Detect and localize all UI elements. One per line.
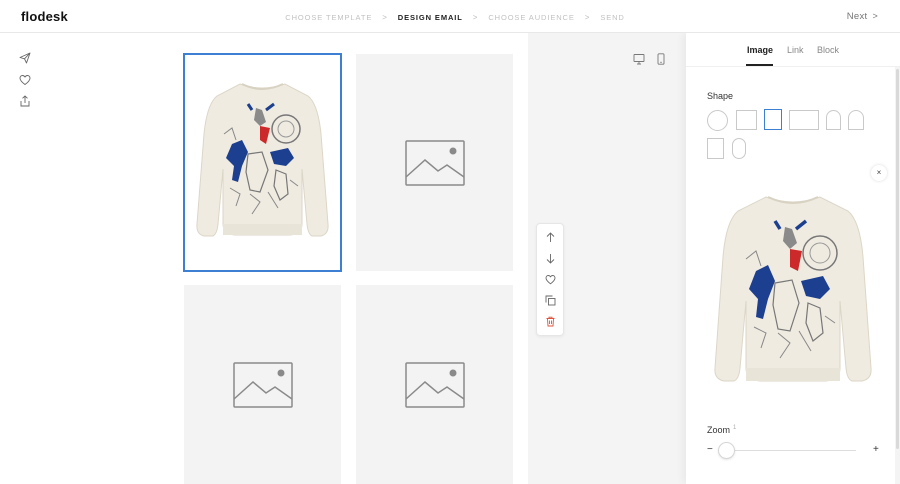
step-design-email[interactable]: DESIGN EMAIL: [398, 13, 463, 22]
shape-arch-wide[interactable]: [848, 110, 864, 130]
next-button[interactable]: Next >: [847, 11, 878, 22]
image-block-sweater[interactable]: [183, 53, 342, 272]
zoom-slider-handle[interactable]: [718, 442, 735, 459]
chevron-right-icon: >: [584, 12, 591, 22]
active-tab-indicator: [746, 64, 773, 66]
tab-image[interactable]: Image: [747, 45, 773, 55]
chevron-right-icon: >: [872, 11, 878, 21]
duplicate-icon[interactable]: [545, 295, 556, 306]
next-label: Next: [846, 11, 868, 22]
shape-rectangle-tall[interactable]: [707, 138, 724, 159]
shape-arch[interactable]: [826, 110, 841, 130]
image-placeholder-icon: [404, 139, 465, 186]
image-block-placeholder[interactable]: [356, 54, 513, 271]
image-placeholder-icon: [232, 361, 293, 408]
shape-circle[interactable]: [707, 110, 728, 131]
share-icon[interactable]: [19, 95, 31, 107]
image-block-placeholder[interactable]: [356, 285, 513, 484]
zoom-out-button[interactable]: −: [707, 444, 713, 455]
step-breadcrumb: CHOOSE TEMPLATE > DESIGN EMAIL > CHOOSE …: [0, 12, 900, 22]
desktop-icon[interactable]: [633, 53, 645, 65]
top-bar: flodesk CHOOSE TEMPLATE > DESIGN EMAIL >…: [0, 0, 900, 33]
shape-section-label: Shape: [707, 91, 734, 101]
close-icon[interactable]: ×: [871, 165, 887, 181]
arrow-down-icon[interactable]: [545, 253, 556, 264]
panel-tabs: Image Link Block: [686, 33, 900, 67]
image-placeholder-icon: [404, 361, 465, 408]
sweater-image: [190, 74, 335, 249]
mobile-icon[interactable]: [655, 53, 667, 65]
shape-landscape[interactable]: [789, 110, 819, 130]
step-choose-template[interactable]: CHOOSE TEMPLATE: [285, 13, 372, 22]
shape-oval-tall[interactable]: [732, 138, 746, 159]
zoom-label: Zoom 1: [707, 425, 736, 435]
image-preview: [708, 183, 878, 403]
chevron-right-icon: >: [472, 12, 479, 22]
shape-square[interactable]: [736, 110, 757, 130]
shape-portrait[interactable]: [764, 109, 782, 130]
zoom-slider-track[interactable]: [724, 450, 856, 451]
heart-icon[interactable]: [19, 74, 31, 86]
email-canvas: [170, 33, 528, 484]
tab-block[interactable]: Block: [817, 45, 839, 55]
send-icon[interactable]: [19, 52, 31, 64]
step-choose-audience[interactable]: CHOOSE AUDIENCE: [488, 13, 574, 22]
heart-icon[interactable]: [545, 274, 556, 285]
zoom-label-text: Zoom: [707, 425, 731, 435]
properties-panel: Image Link Block Shape × Zoom 1 − +: [686, 33, 900, 484]
tab-link[interactable]: Link: [787, 45, 804, 55]
panel-scrollbar-thumb[interactable]: [896, 69, 899, 449]
image-block-placeholder[interactable]: [184, 285, 341, 484]
zoom-value: 1: [733, 425, 737, 431]
step-send[interactable]: SEND: [600, 13, 624, 22]
arrow-up-icon[interactable]: [545, 232, 556, 243]
block-toolbar: [536, 223, 564, 336]
trash-icon[interactable]: [545, 316, 556, 327]
left-rail: [0, 33, 170, 484]
zoom-in-button[interactable]: +: [873, 444, 879, 455]
chevron-right-icon: >: [382, 12, 388, 22]
